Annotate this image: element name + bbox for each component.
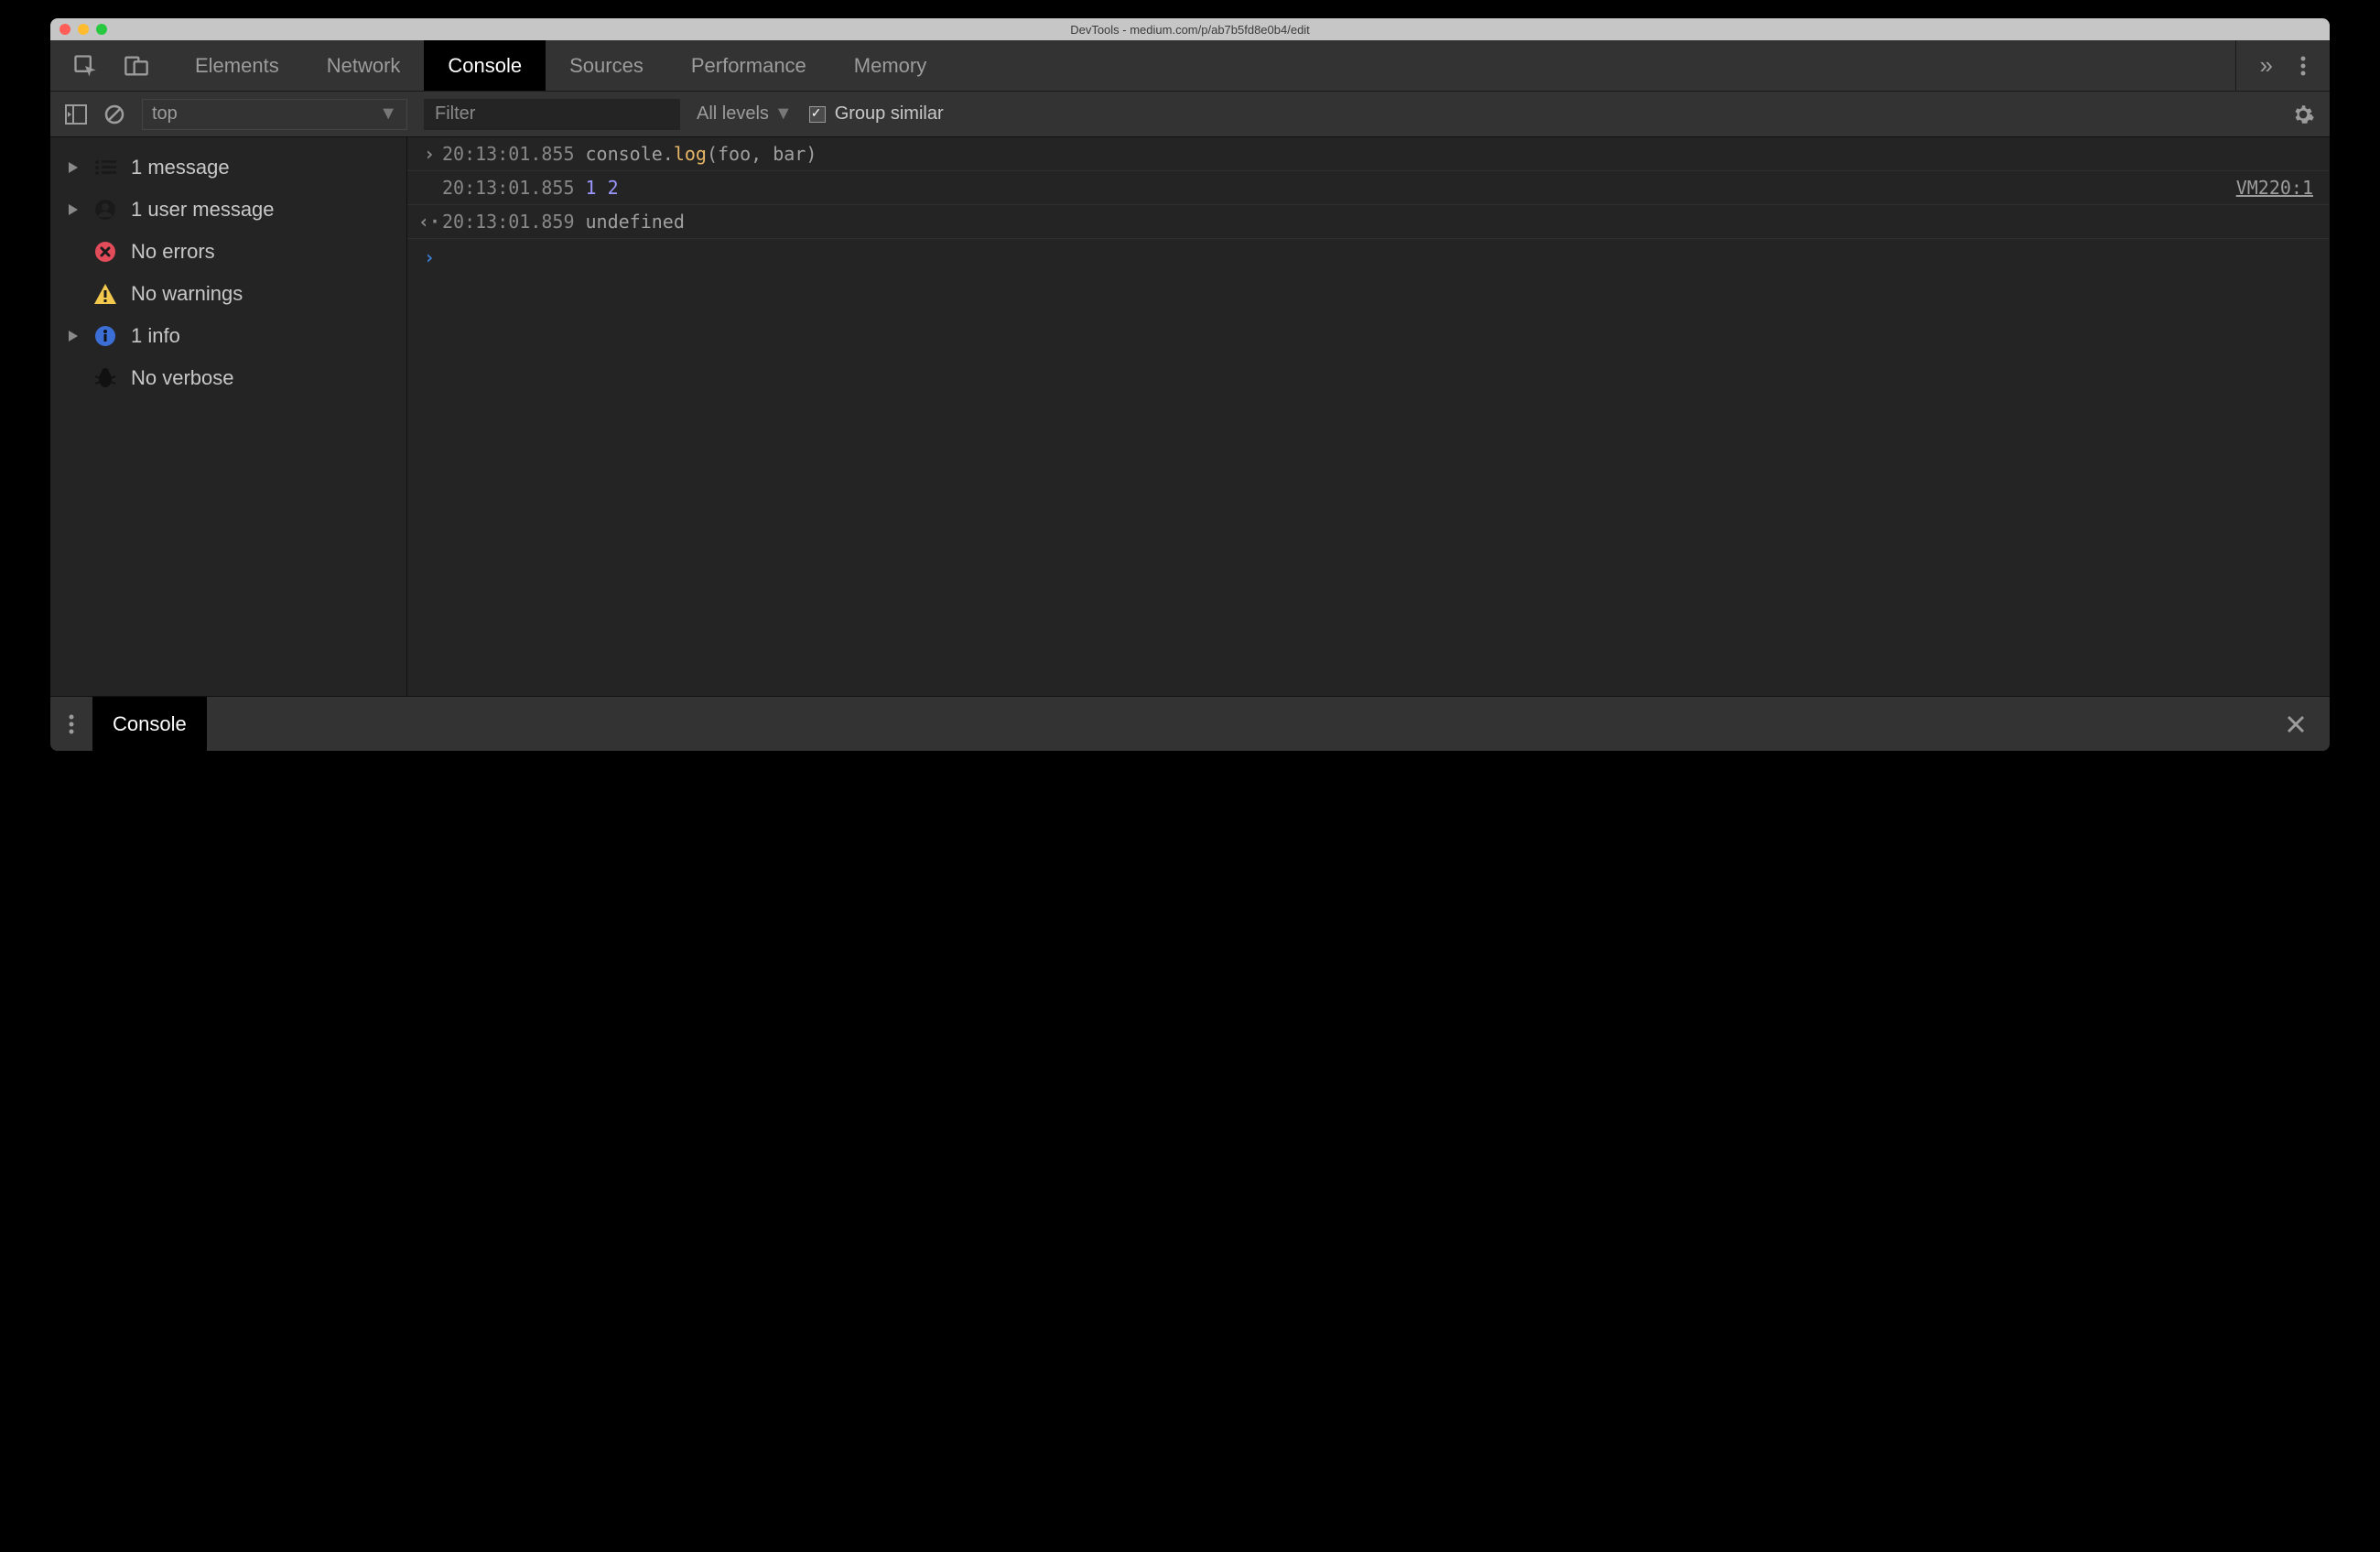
- tab-label: Memory: [854, 54, 926, 78]
- log-token: 1: [586, 177, 597, 199]
- checkbox-checked-icon: [809, 106, 826, 123]
- execution-context-label: top: [152, 103, 178, 125]
- drawer-tab-console[interactable]: Console: [92, 697, 207, 751]
- log-token: [597, 177, 608, 199]
- log-timestamp: 20:13:01.859: [442, 211, 575, 233]
- console-filter-input[interactable]: [424, 99, 680, 130]
- sidebar-item-info[interactable]: 1 info: [50, 315, 406, 357]
- tab-memory[interactable]: Memory: [830, 40, 950, 91]
- log-token: 2: [608, 177, 619, 199]
- panel-tabs: Elements Network Console Sources Performance…: [171, 40, 2235, 91]
- execution-context-select[interactable]: top ▼: [142, 99, 407, 130]
- tab-performance[interactable]: Performance: [667, 40, 830, 91]
- window-close-button[interactable]: [60, 24, 70, 35]
- tab-console[interactable]: Console: [424, 40, 546, 91]
- drawer: Console: [50, 696, 2330, 751]
- tab-sources[interactable]: Sources: [546, 40, 667, 91]
- log-token: (foo, bar): [707, 143, 817, 165]
- log-message: 1 2: [586, 177, 619, 199]
- log-token: log: [674, 143, 707, 165]
- console-output[interactable]: ›20:13:01.855console.log(foo, bar)20:13:…: [407, 137, 2330, 696]
- console-row[interactable]: ‹·20:13:01.859 undefined: [407, 205, 2330, 239]
- sidebar-item-label: 1 message: [131, 156, 230, 179]
- sidebar-item-label: No errors: [131, 240, 215, 264]
- dropdown-caret-icon: ▼: [774, 103, 793, 125]
- sidebar-item-label: 1 user message: [131, 198, 275, 222]
- log-token: console.: [586, 143, 674, 165]
- log-timestamp: 20:13:01.855: [442, 143, 575, 165]
- console-toolbar: top ▼ All levels ▼ Group similar: [50, 92, 2330, 137]
- group-similar-label: Group similar: [835, 103, 944, 125]
- inspect-element-icon[interactable]: [72, 53, 98, 79]
- sidebar-item-bug[interactable]: No verbose: [50, 357, 406, 399]
- tab-label: Sources: [569, 54, 644, 78]
- sidebar-item-warn[interactable]: No warnings: [50, 273, 406, 315]
- more-tabs-icon[interactable]: »: [2260, 51, 2273, 80]
- window-title: DevTools - medium.com/p/ab7b5fd8e0b4/edi…: [50, 23, 2330, 37]
- tab-network[interactable]: Network: [303, 40, 425, 91]
- devtools-tabstrip: Elements Network Console Sources Performance…: [50, 40, 2330, 92]
- toggle-sidebar-icon[interactable]: [65, 104, 87, 125]
- disclosure-caret-icon: [67, 204, 80, 215]
- log-token: undefined: [586, 211, 685, 233]
- sidebar-item-user[interactable]: 1 user message: [50, 189, 406, 231]
- list-icon: [92, 159, 118, 176]
- sidebar-item-error[interactable]: No errors: [50, 231, 406, 273]
- console-prompt[interactable]: ›: [407, 239, 2330, 276]
- log-levels-select[interactable]: All levels ▼: [697, 103, 793, 125]
- drawer-tab-label: Console: [113, 712, 187, 736]
- drawer-menu-icon[interactable]: [50, 713, 92, 735]
- bug-icon: [92, 367, 118, 389]
- error-icon: [92, 241, 118, 263]
- user-icon: [92, 199, 118, 221]
- tab-label: Performance: [691, 54, 806, 78]
- window-titlebar: DevTools - medium.com/p/ab7b5fd8e0b4/edi…: [50, 18, 2330, 40]
- log-timestamp: 20:13:01.855: [442, 177, 575, 199]
- window-zoom-button[interactable]: [96, 24, 107, 35]
- warn-icon: [92, 283, 118, 305]
- sidebar-item-label: No verbose: [131, 366, 234, 390]
- log-source-link[interactable]: VM220:1: [2236, 177, 2313, 199]
- drawer-close-icon[interactable]: [2262, 714, 2330, 734]
- prompt-caret-icon: ›: [416, 246, 442, 268]
- console-row[interactable]: 20:13:01.855 1 2 VM220:1: [407, 171, 2330, 205]
- tab-label: Network: [327, 54, 401, 78]
- log-message: undefined: [586, 211, 685, 233]
- inspect-tools: [50, 40, 171, 91]
- log-message: console.log(foo, bar): [586, 143, 817, 165]
- sidebar-item-label: 1 info: [131, 324, 180, 348]
- console-sidebar: 1 message 1 user message No errors No warni…: [50, 137, 407, 696]
- tab-label: Elements: [195, 54, 279, 78]
- kebab-menu-icon[interactable]: [2300, 55, 2306, 77]
- console-row[interactable]: ›20:13:01.855 console.log(foo, bar): [407, 137, 2330, 171]
- tab-elements[interactable]: Elements: [171, 40, 303, 91]
- device-toolbar-icon[interactable]: [124, 53, 149, 79]
- window-minimize-button[interactable]: [78, 24, 89, 35]
- output-caret-icon: ‹·: [416, 211, 442, 233]
- log-levels-label: All levels: [697, 103, 769, 125]
- sidebar-item-list[interactable]: 1 message: [50, 147, 406, 189]
- group-similar-toggle[interactable]: Group similar: [809, 103, 944, 125]
- window-traffic-lights: [50, 24, 107, 35]
- sidebar-item-label: No warnings: [131, 282, 243, 306]
- tab-label: Console: [448, 54, 522, 78]
- console-settings-icon[interactable]: [2291, 103, 2315, 126]
- devtools-window: DevTools - medium.com/p/ab7b5fd8e0b4/edi…: [50, 18, 2330, 751]
- info-icon: [92, 325, 118, 347]
- input-caret-icon: ›: [416, 143, 442, 165]
- disclosure-caret-icon: [67, 162, 80, 173]
- clear-console-icon[interactable]: [103, 103, 125, 125]
- disclosure-caret-icon: [67, 331, 80, 342]
- dropdown-caret-icon: ▼: [379, 103, 397, 125]
